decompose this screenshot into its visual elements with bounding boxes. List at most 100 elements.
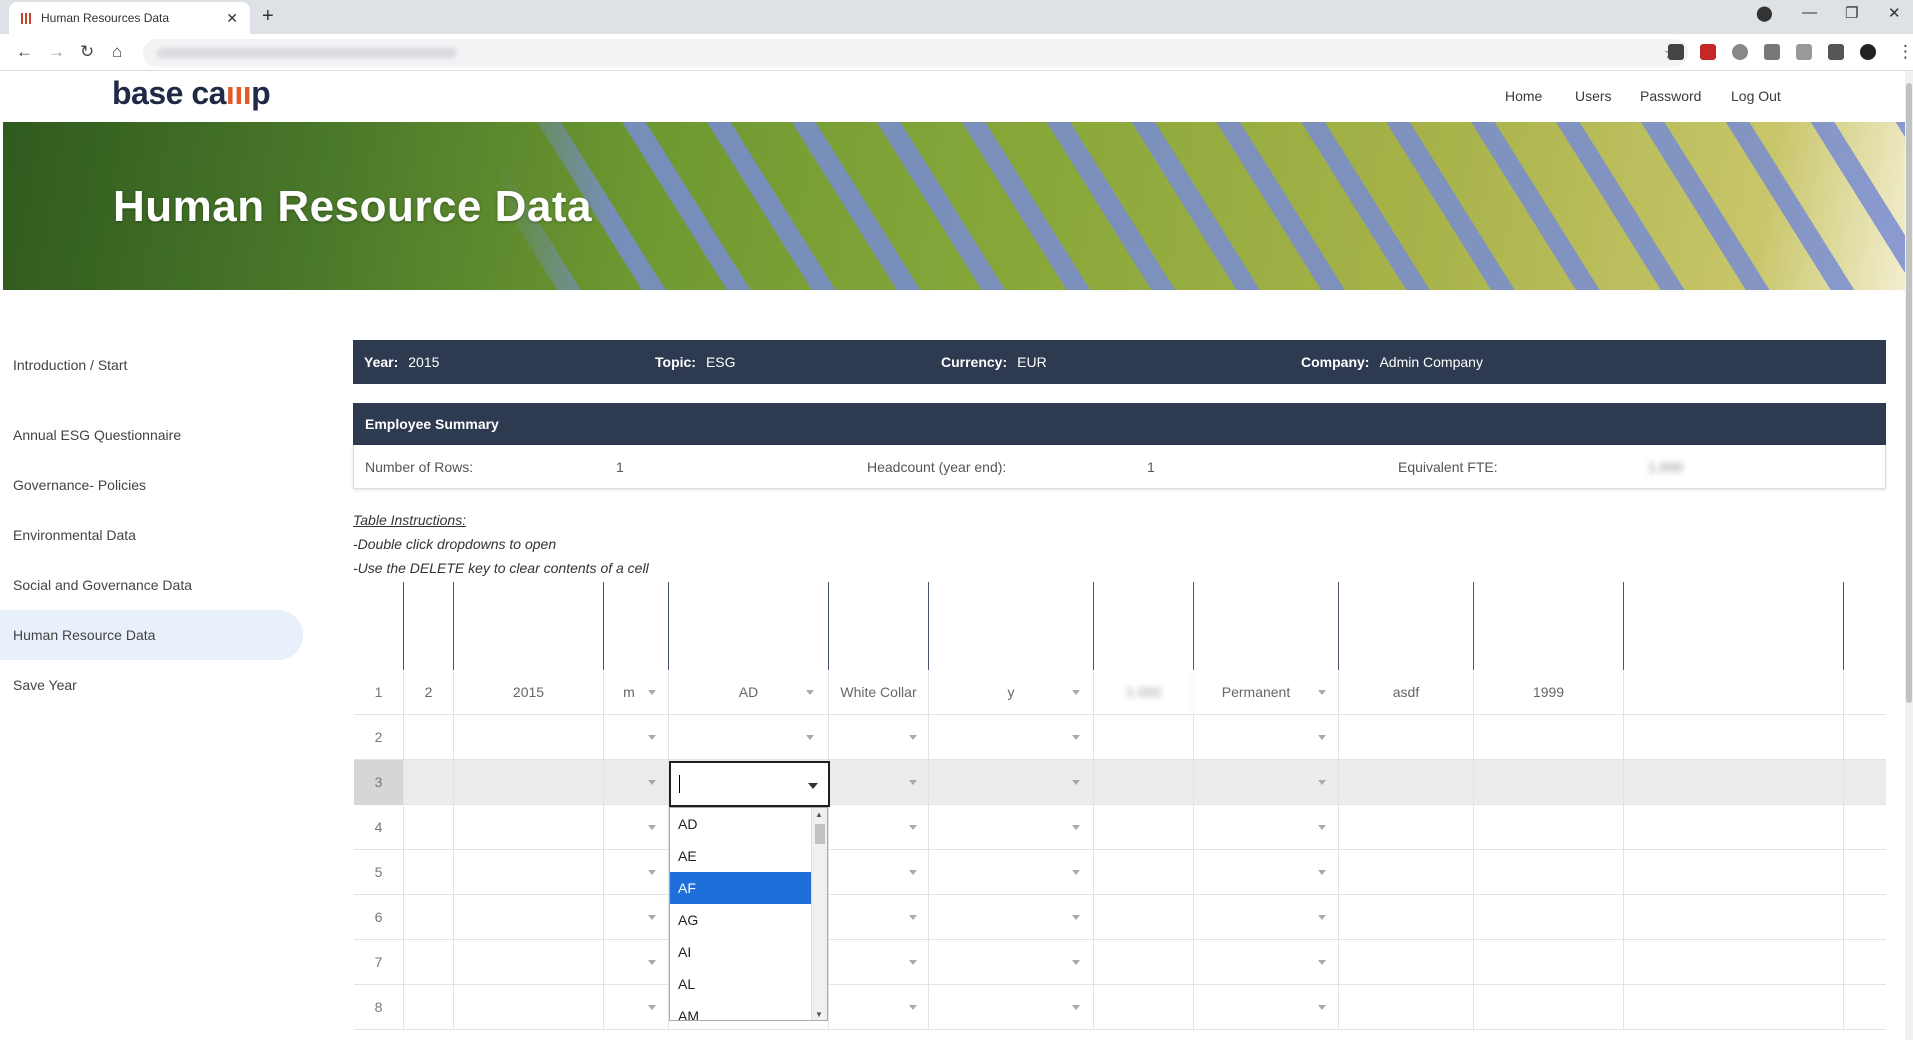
dropdown-arrow-icon[interactable]: [1318, 915, 1326, 920]
dropdown-option[interactable]: AG: [670, 904, 811, 936]
dropdown-arrow-icon[interactable]: [1072, 915, 1080, 920]
dropdown-arrow-icon[interactable]: [909, 735, 917, 740]
close-window-icon[interactable]: ✕: [1888, 4, 1901, 22]
dropdown-arrow-icon[interactable]: [648, 780, 656, 785]
cell-gender[interactable]: [604, 940, 669, 985]
cell-corporate-entity[interactable]: [1339, 805, 1474, 850]
sidebar-item-save-year[interactable]: Save Year: [0, 660, 303, 710]
cell-contract-type[interactable]: [1194, 715, 1339, 760]
sidebar-item-introduction[interactable]: Introduction / Start: [0, 340, 303, 390]
sidebar-item-governance[interactable]: Governance- Policies: [0, 460, 303, 510]
cell-date-of-exit[interactable]: [1624, 715, 1844, 760]
reload-icon[interactable]: ↻: [80, 42, 94, 62]
dropdown-arrow-icon[interactable]: [648, 1005, 656, 1010]
scroll-down-icon[interactable]: ▼: [815, 1010, 823, 1019]
cell-type[interactable]: [1844, 670, 1886, 715]
dropdown-option[interactable]: AL: [670, 968, 811, 1000]
dropdown-arrow-icon[interactable]: [909, 915, 917, 920]
dropdown-arrow-icon[interactable]: [648, 915, 656, 920]
dropdown-arrow-icon[interactable]: [1072, 735, 1080, 740]
dropdown-arrow-icon[interactable]: [909, 1005, 917, 1010]
avatar[interactable]: [1860, 44, 1876, 60]
logo[interactable]: base caıııp: [112, 75, 271, 112]
cell-date-of-exit[interactable]: [1624, 805, 1844, 850]
cell-date-of-entry[interactable]: 1999: [1474, 670, 1624, 715]
profile-menu-icon[interactable]: ⬤: [1756, 4, 1773, 22]
cell-nationality[interactable]: [669, 715, 829, 760]
cell-worker-type[interactable]: [829, 715, 929, 760]
cell-corporate-entity[interactable]: [1339, 760, 1474, 805]
minimize-icon[interactable]: —: [1802, 4, 1817, 21]
nav-password[interactable]: Password: [1640, 88, 1701, 104]
dropdown-arrow-icon[interactable]: [1318, 960, 1326, 965]
url-input[interactable]: ☆: [143, 39, 1688, 67]
cell-contract-type[interactable]: [1194, 895, 1339, 940]
cell-management-position[interactable]: y: [929, 670, 1094, 715]
cell-worker-type[interactable]: White Collar: [829, 670, 929, 715]
dropdown-scrollbar[interactable]: ▲ ▼: [811, 808, 827, 1020]
cell-date-of-birth[interactable]: [454, 895, 604, 940]
cell-corporate-entity[interactable]: [1339, 895, 1474, 940]
nav-users[interactable]: Users: [1575, 88, 1612, 104]
cell-fte[interactable]: [1094, 805, 1194, 850]
cell-type[interactable]: [1844, 850, 1886, 895]
cell-date-of-entry[interactable]: [1474, 805, 1624, 850]
cell-type[interactable]: [1844, 805, 1886, 850]
cell-contract-type[interactable]: Permanent: [1194, 670, 1339, 715]
cell-worker-type[interactable]: [829, 850, 929, 895]
cell-date-of-entry[interactable]: [1474, 850, 1624, 895]
dropdown-arrow-icon[interactable]: [1072, 870, 1080, 875]
scrollbar-thumb[interactable]: [815, 824, 825, 844]
cell-id[interactable]: [404, 850, 454, 895]
dropdown-option[interactable]: AD: [670, 808, 811, 840]
nationality-options-list[interactable]: AD AE AF AG AI AL AM ▲ ▼: [669, 807, 828, 1021]
cell-worker-type[interactable]: [829, 985, 929, 1030]
dropdown-arrow-icon[interactable]: [1072, 1005, 1080, 1010]
cell-nationality[interactable]: AD: [669, 670, 829, 715]
cell-date-of-birth[interactable]: [454, 850, 604, 895]
cell-fte[interactable]: 1.000: [1094, 670, 1194, 715]
cell-fte[interactable]: [1094, 850, 1194, 895]
dropdown-option[interactable]: AE: [670, 840, 811, 872]
cell-date-of-exit[interactable]: [1624, 670, 1844, 715]
cell-id[interactable]: [404, 805, 454, 850]
cell-id[interactable]: [404, 985, 454, 1030]
browser-tab[interactable]: Human Resources Data ✕: [9, 2, 250, 34]
cell-worker-type[interactable]: [829, 940, 929, 985]
dropdown-arrow-icon[interactable]: [648, 825, 656, 830]
cell-fte[interactable]: [1094, 940, 1194, 985]
nav-home[interactable]: Home: [1505, 88, 1542, 104]
dropdown-arrow-icon[interactable]: [648, 690, 656, 695]
cell-date-of-exit[interactable]: [1624, 940, 1844, 985]
cell-date-of-exit[interactable]: [1624, 895, 1844, 940]
dropdown-arrow-icon[interactable]: [1072, 960, 1080, 965]
cell-date-of-exit[interactable]: [1624, 985, 1844, 1030]
dropdown-arrow-icon[interactable]: [1318, 780, 1326, 785]
cell-date-of-entry[interactable]: [1474, 985, 1624, 1030]
dropdown-arrow-icon[interactable]: [909, 870, 917, 875]
sidebar-item-environmental[interactable]: Environmental Data: [0, 510, 303, 560]
cell-date-of-birth[interactable]: [454, 760, 604, 805]
nationality-dropdown-editor[interactable]: [669, 761, 830, 807]
cell-date-of-birth[interactable]: [454, 805, 604, 850]
dropdown-arrow-icon[interactable]: [909, 780, 917, 785]
dropdown-arrow-icon[interactable]: [648, 735, 656, 740]
dropdown-arrow-icon[interactable]: [1318, 690, 1326, 695]
dropdown-arrow-icon[interactable]: [1318, 825, 1326, 830]
cell-gender[interactable]: [604, 715, 669, 760]
dropdown-arrow-icon[interactable]: [1318, 870, 1326, 875]
extension-icon[interactable]: [1668, 44, 1684, 60]
cell-fte[interactable]: [1094, 895, 1194, 940]
cell-date-of-exit[interactable]: [1624, 760, 1844, 805]
dropdown-arrow-icon[interactable]: [1072, 825, 1080, 830]
nav-logout[interactable]: Log Out: [1731, 88, 1781, 104]
cell-contract-type[interactable]: [1194, 760, 1339, 805]
cell-date-of-entry[interactable]: [1474, 760, 1624, 805]
puzzle-extensions-icon[interactable]: [1828, 44, 1844, 60]
cell-management-position[interactable]: [929, 940, 1094, 985]
restore-icon[interactable]: ❐: [1845, 4, 1858, 22]
cell-date-of-birth[interactable]: [454, 940, 604, 985]
back-icon[interactable]: ←: [16, 42, 33, 62]
dropdown-arrow-icon[interactable]: [1072, 780, 1080, 785]
cell-gender[interactable]: [604, 985, 669, 1030]
